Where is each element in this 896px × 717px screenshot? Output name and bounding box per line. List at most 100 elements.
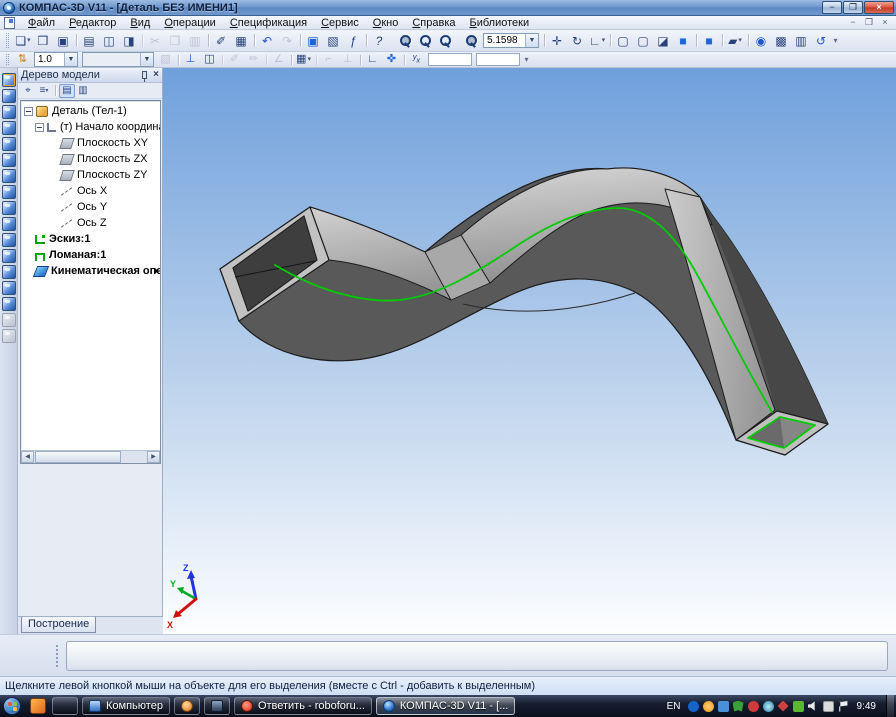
- surfaces-button[interactable]: [2, 105, 16, 119]
- orientation-button[interactable]: ∟: [588, 32, 606, 49]
- snaps-button[interactable]: ✜: [383, 53, 400, 67]
- variables-button[interactable]: ▣: [304, 32, 322, 49]
- erase-all-button[interactable]: ✏: [245, 53, 262, 67]
- property-bar-field[interactable]: [66, 641, 888, 671]
- hidden-lines-button[interactable]: ▢: [634, 32, 652, 49]
- grid-button[interactable]: ▦: [295, 53, 312, 67]
- snap-plane-button[interactable]: ⊥: [339, 53, 356, 67]
- functions-button[interactable]: ƒ: [344, 32, 362, 49]
- taskbar-kompas-button[interactable]: КОМПАС-3D V11 - [...: [376, 697, 516, 715]
- open-button[interactable]: ❒: [34, 32, 52, 49]
- loft-operation-button[interactable]: [2, 265, 16, 279]
- child-restore-button[interactable]: ❐: [862, 17, 876, 28]
- viewport[interactable]: Z Y X: [163, 68, 896, 634]
- menu-help[interactable]: Справка: [405, 16, 462, 30]
- close-button[interactable]: ×: [864, 1, 894, 14]
- draft-button[interactable]: [2, 329, 16, 343]
- rotate-button[interactable]: ↻: [568, 32, 586, 49]
- tab-construction[interactable]: Построение: [21, 616, 96, 633]
- menu-libraries[interactable]: Библиотеки: [463, 16, 537, 30]
- hidden-lines-thin-button[interactable]: ◪: [654, 32, 672, 49]
- antivirus-icon[interactable]: [703, 701, 714, 712]
- coordinate-y-field[interactable]: [476, 53, 520, 66]
- combo-dropdown-icon[interactable]: ▼: [525, 34, 538, 47]
- zoom-select-button[interactable]: [396, 32, 414, 49]
- arrays-button[interactable]: [2, 121, 16, 135]
- mates-button[interactable]: ▩: [772, 32, 790, 49]
- edit-part-button[interactable]: [2, 73, 16, 87]
- auxiliary-geometry-button[interactable]: [2, 137, 16, 151]
- tree-item-axis-y[interactable]: Ось Y: [21, 199, 160, 215]
- show-desktop-button[interactable]: [886, 695, 894, 717]
- tree-pointer-button[interactable]: ⌖: [20, 84, 36, 98]
- taskbar-computer-button[interactable]: Компьютер: [82, 697, 170, 715]
- messenger-icon[interactable]: [793, 701, 804, 712]
- menu-specification[interactable]: Спецификация: [223, 16, 314, 30]
- volume-icon[interactable]: [808, 701, 819, 712]
- quicklaunch-button[interactable]: [52, 697, 78, 715]
- snap-rotate-button[interactable]: ⌐: [320, 53, 337, 67]
- context-help-button[interactable]: ?: [370, 32, 388, 49]
- sketch-mode-button[interactable]: ◫: [201, 53, 218, 67]
- zoom-scale-combo[interactable]: 5.1598 ▼: [483, 33, 539, 48]
- print-preview-button[interactable]: ◫: [100, 32, 118, 49]
- tree-item-axis-z[interactable]: Ось Z: [21, 215, 160, 231]
- coordinate-x-field[interactable]: [428, 53, 472, 66]
- action-center-icon[interactable]: [838, 701, 849, 712]
- tree-expander[interactable]: [24, 107, 33, 116]
- tree-item-plane-zx[interactable]: Плоскость ZX: [21, 151, 160, 167]
- model-tree-mode-button[interactable]: ▥: [792, 32, 810, 49]
- updater-icon[interactable]: [778, 701, 789, 712]
- wireframe-button[interactable]: ▢: [614, 32, 632, 49]
- tree-structure-button[interactable]: ▤: [59, 84, 75, 98]
- child-close-button[interactable]: ×: [878, 17, 892, 28]
- simplify-button[interactable]: ◉: [752, 32, 770, 49]
- taskbar-media-button[interactable]: [174, 697, 200, 715]
- rebuild-button[interactable]: ↺: [812, 32, 830, 49]
- start-button[interactable]: [3, 697, 21, 715]
- angle-button[interactable]: ∠: [270, 53, 287, 67]
- extrude-operation-button[interactable]: [2, 217, 16, 231]
- minimize-button[interactable]: −: [822, 1, 842, 14]
- pin-icon[interactable]: [142, 71, 147, 79]
- tree-item-plane-xy[interactable]: Плоскость XY: [21, 135, 160, 151]
- zoom-area-button[interactable]: [416, 32, 434, 49]
- toolbar-grip[interactable]: [6, 33, 9, 48]
- step-combo[interactable]: 1.0 ▼: [34, 52, 78, 67]
- pan-button[interactable]: ✛: [548, 32, 566, 49]
- undo-button[interactable]: ↶: [258, 32, 276, 49]
- shell-button[interactable]: [2, 313, 16, 327]
- media-player-icon[interactable]: [763, 701, 774, 712]
- erase-parts-button[interactable]: ✐: [226, 53, 243, 67]
- perspective-button[interactable]: ▰: [726, 32, 744, 49]
- tree-expander[interactable]: [35, 123, 44, 132]
- page-setup-button[interactable]: ◨: [120, 32, 138, 49]
- child-minimize-button[interactable]: −: [846, 17, 860, 28]
- combo-dropdown-icon[interactable]: ▼: [64, 53, 77, 66]
- library-manager-button[interactable]: ▧: [324, 32, 342, 49]
- ortho-drawing-button[interactable]: ∟: [364, 53, 381, 67]
- insert-table-button[interactable]: ▦: [232, 32, 250, 49]
- menu-view[interactable]: Вид: [123, 16, 157, 30]
- menu-window[interactable]: Окно: [366, 16, 406, 30]
- network-icon[interactable]: [823, 701, 834, 712]
- kinematic-operation-button[interactable]: [2, 249, 16, 263]
- zoom-in-out-button[interactable]: [436, 32, 454, 49]
- taskbar-forum-button[interactable]: Ответить - roboforu...: [234, 697, 372, 715]
- copy-properties-button[interactable]: ✐: [212, 32, 230, 49]
- tree-horizontal-scrollbar[interactable]: ◀ ▶: [21, 450, 160, 463]
- new-document-button[interactable]: ❏: [14, 32, 32, 49]
- tree-item-plane-zy[interactable]: Плоскость ZY: [21, 167, 160, 183]
- language-indicator[interactable]: EN: [664, 701, 684, 712]
- zoom-rect-button[interactable]: [462, 32, 480, 49]
- shaded-button[interactable]: ■: [674, 32, 692, 49]
- layers-button[interactable]: ▧: [157, 53, 174, 67]
- local-cs-button[interactable]: ⊥: [182, 53, 199, 67]
- toolbar-grip[interactable]: [6, 54, 9, 65]
- copy-button[interactable]: ❐: [166, 32, 184, 49]
- print-button[interactable]: ▤: [80, 32, 98, 49]
- menu-editor[interactable]: Редактор: [62, 16, 123, 30]
- spatial-curves-button[interactable]: [2, 89, 16, 103]
- paste-button[interactable]: ▥: [186, 32, 204, 49]
- tree-item-axis-x[interactable]: Ось X: [21, 183, 160, 199]
